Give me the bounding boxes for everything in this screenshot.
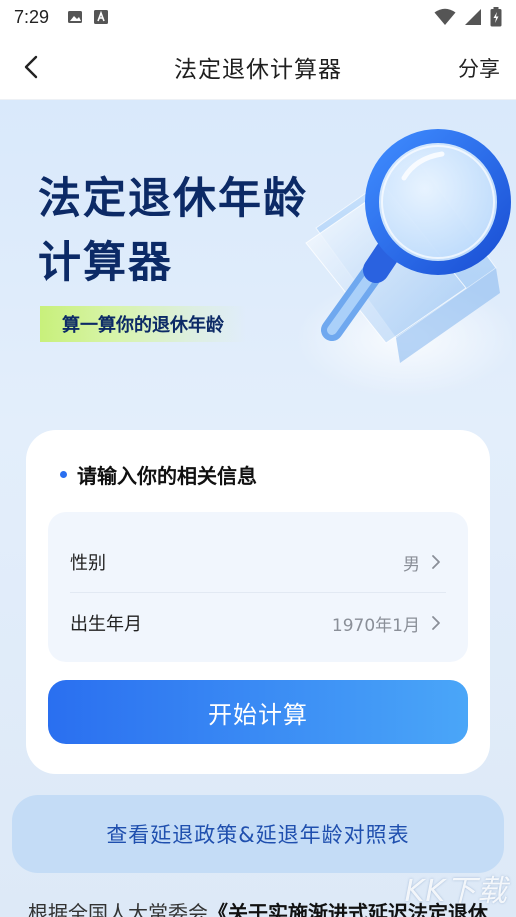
status-right	[434, 7, 502, 27]
battery-charging-icon	[490, 7, 502, 27]
status-time: 7:29	[14, 6, 50, 27]
app-header: 法定退休计算器 分享	[0, 34, 516, 100]
share-button[interactable]: 分享	[458, 53, 500, 83]
status-bar: 7:29	[0, 0, 516, 34]
birth-date-value: 1970年1月	[331, 615, 420, 636]
wifi-icon	[434, 8, 456, 25]
field-group: 性别 男 出生年月 1970年1月	[48, 512, 468, 662]
policy-table-button[interactable]: 查看延退政策&延退年龄对照表	[12, 795, 504, 873]
magnifier-illustration	[296, 129, 512, 398]
info-card: 请输入你的相关信息 性别 男 出生年月 1970年1月 开始计算	[26, 430, 490, 774]
bullet-dot-icon	[60, 471, 67, 478]
main-content: 法定退休年龄 计算器 算一算你的退休年龄 请输入你的相关信息 性别 男 出生年月…	[0, 100, 516, 917]
chevron-right-icon	[432, 555, 440, 569]
chevron-right-icon	[432, 616, 440, 630]
gender-field[interactable]: 性别 男	[48, 532, 468, 592]
signal-icon	[465, 9, 481, 25]
form-title-text: 请输入你的相关信息	[77, 464, 257, 488]
footer-text-prefix: 根据全国人大常委会	[28, 901, 208, 917]
text-a-icon	[94, 10, 109, 24]
gender-label: 性别	[70, 553, 106, 574]
back-button[interactable]	[14, 50, 48, 84]
page-title: 法定退休计算器	[174, 56, 342, 83]
hero-title-line2: 计算器	[38, 238, 173, 288]
start-calculation-button[interactable]: 开始计算	[48, 680, 468, 744]
image-icon	[68, 11, 83, 23]
chevron-left-icon	[24, 55, 38, 79]
watermark: KK下载	[404, 874, 508, 909]
birth-date-label: 出生年月	[70, 614, 142, 635]
gender-value: 男	[403, 554, 420, 575]
hero-title-line1: 法定退休年龄	[38, 174, 308, 224]
hero-tagline: 算一算你的退休年龄	[40, 306, 246, 342]
birth-date-field[interactable]: 出生年月 1970年1月	[48, 593, 468, 653]
form-title: 请输入你的相关信息	[60, 460, 257, 489]
